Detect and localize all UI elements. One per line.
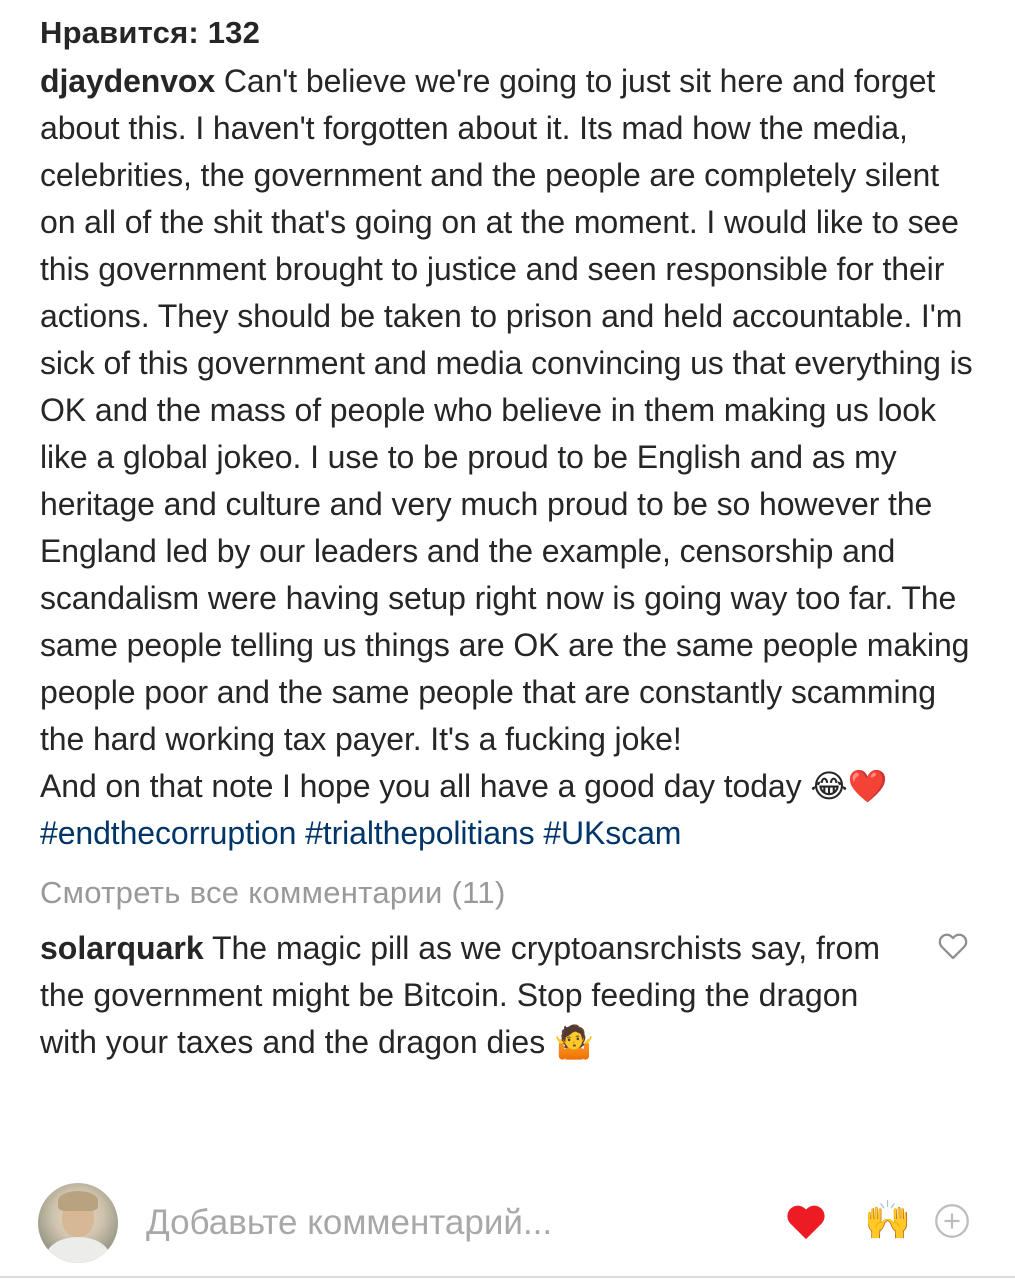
post-caption: djaydenvox Can't believe we're going to … <box>40 58 975 857</box>
comment-input[interactable] <box>146 1199 746 1247</box>
avatar <box>38 1183 118 1263</box>
hashtag-link[interactable]: #trialthepolitians <box>305 815 535 851</box>
comment-username[interactable]: solarquark <box>40 930 204 966</box>
laughing-heart-emoji-icon: 😂❤️ <box>810 767 888 805</box>
caption-second-line: And on that note I hope you all have a g… <box>40 763 975 810</box>
post-details: Нравится: 132 djaydenvox Can't believe w… <box>40 12 975 1066</box>
heart-outline-icon[interactable] <box>936 929 970 963</box>
red-heart-icon[interactable] <box>784 1201 828 1241</box>
caption-text: Can't believe we're going to just sit he… <box>40 63 973 757</box>
plus-circle-icon[interactable] <box>934 1203 970 1239</box>
hashtag-link[interactable]: #endthecorruption <box>40 815 296 851</box>
avatar-shoulders <box>46 1237 110 1263</box>
view-all-comments-link[interactable]: Смотреть все комментарии (11) <box>40 871 975 915</box>
caption-second-line-text: And on that note I hope you all have a g… <box>40 768 802 804</box>
comment-item: solarquark The magic pill as we cryptoan… <box>40 925 975 1066</box>
avatar-hair <box>58 1191 98 1211</box>
comment-composer: 🙌 <box>38 1183 978 1263</box>
likes-count[interactable]: Нравится: 132 <box>40 12 975 54</box>
caption-username[interactable]: djaydenvox <box>40 63 215 99</box>
bottom-divider <box>0 1276 1015 1278</box>
hashtag-link[interactable]: #UKscam <box>543 815 681 851</box>
raising-hands-icon[interactable]: 🙌 <box>864 1197 911 1243</box>
caption-hashtags: #endthecorruption #trialthepolitians #UK… <box>40 815 681 851</box>
shrug-emoji-icon: 🤷 <box>554 1023 594 1061</box>
